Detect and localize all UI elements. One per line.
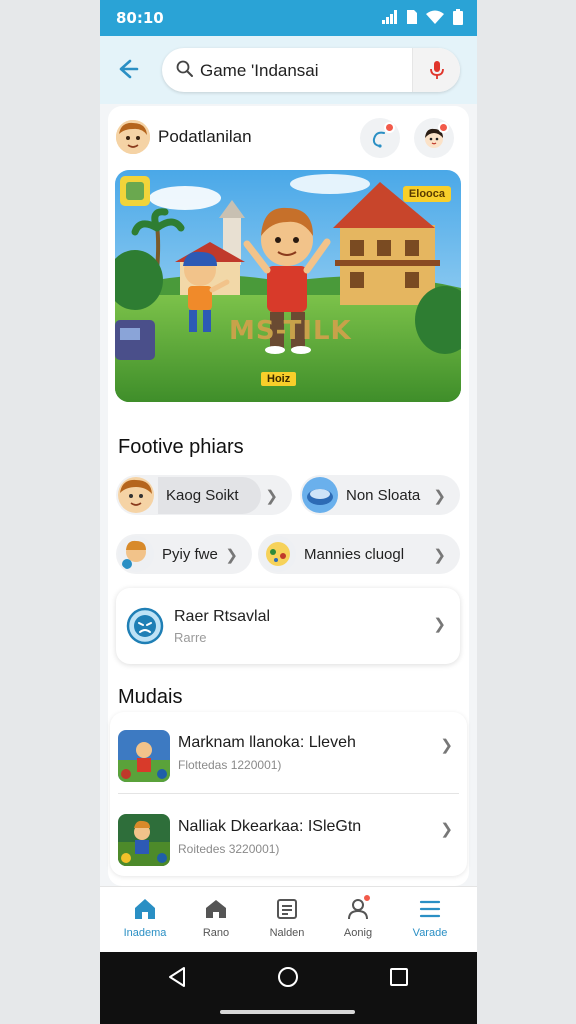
signal-icon xyxy=(382,10,397,24)
banner-play-button[interactable]: Hoiz xyxy=(261,372,297,386)
profile-badge xyxy=(362,893,372,903)
profile-header[interactable]: Podatlanilan xyxy=(116,120,252,154)
tab-varade[interactable]: Varade xyxy=(394,895,466,939)
featured-game-banner[interactable]: Elooca MS-TILK Hoiz xyxy=(115,170,461,402)
chevron-right-icon: ❯ xyxy=(433,488,446,505)
sad-face-icon xyxy=(126,607,164,645)
list-item-title: Nalliak Dkearkaa: ISleGtn xyxy=(178,818,362,835)
tab-aonig[interactable]: Aonig xyxy=(322,893,394,939)
character-avatar-icon xyxy=(118,536,154,572)
card-subtitle: Rarre xyxy=(174,630,207,645)
chevron-right-icon: ❯ xyxy=(440,737,453,754)
bottom-tab-bar: Inadema Rano Nalden Aonig Varade xyxy=(100,886,477,952)
search-query: Game 'Indansai xyxy=(200,61,319,80)
game-thumbnail xyxy=(118,814,170,866)
list-item[interactable]: Nalliak Dkearkaa: ISleGtn Roitedes 32200… xyxy=(118,808,459,878)
house-icon xyxy=(206,900,226,918)
wifi-icon xyxy=(426,10,444,24)
search-icon xyxy=(176,60,193,77)
back-arrow-icon[interactable] xyxy=(114,54,144,84)
section-title: Mudais xyxy=(118,686,183,708)
search-input[interactable]: Game 'Indansai xyxy=(162,48,460,92)
tab-label: Rano xyxy=(202,927,230,939)
chip-non-sloata[interactable]: Non Sloata ❯ xyxy=(300,475,460,515)
voice-search-button[interactable] xyxy=(412,48,460,92)
chip-label: Mannies cluogl xyxy=(304,545,405,563)
banner-illustration xyxy=(115,170,461,402)
chip-kaog-soikt[interactable]: Kaog Soikt ❯ xyxy=(116,475,292,515)
nav-back-icon[interactable] xyxy=(167,966,187,988)
phone-screen: 80:10 Game 'Indansai Podatlanilan Elooca… xyxy=(100,0,477,1024)
gesture-pill xyxy=(220,1010,355,1014)
character-avatar-icon xyxy=(118,477,154,513)
list-card-icon xyxy=(277,899,297,919)
chip-label: Pyiy fwe xyxy=(162,545,218,563)
list-item[interactable]: Marknam llanoka: Lleveh Flottedas 122000… xyxy=(118,724,459,794)
game-list: Marknam llanoka: Lleveh Flottedas 122000… xyxy=(110,712,467,876)
avatar xyxy=(116,120,150,154)
account-button[interactable] xyxy=(414,118,454,158)
nav-recents-icon[interactable] xyxy=(389,967,409,987)
rating-card[interactable]: Raer Rtsavlal Rarre ❯ xyxy=(116,588,460,664)
chevron-right-icon: ❯ xyxy=(225,547,238,564)
chevron-right-icon: ❯ xyxy=(265,488,278,505)
tab-rano[interactable]: Rano xyxy=(180,895,252,939)
list-item-subtitle: Flottedas 1220001) xyxy=(178,758,282,772)
chevron-right-icon: ❯ xyxy=(440,821,453,838)
tab-label: Varade xyxy=(412,927,448,939)
banner-title: MS-TILK xyxy=(229,316,352,346)
nav-home-icon[interactable] xyxy=(277,966,299,988)
list-item-subtitle: Roitedes 3220001) xyxy=(178,842,280,856)
chip-label: Kaog Soikt xyxy=(158,476,261,514)
battery-icon xyxy=(453,9,463,25)
notification-button[interactable] xyxy=(360,118,400,158)
tab-label: Nalden xyxy=(269,927,305,939)
chip-pyiy-fwe[interactable]: Pyiy fwe ❯ xyxy=(116,534,252,574)
search-header: Game 'Indansai xyxy=(100,36,477,104)
account-badge xyxy=(438,122,449,133)
tab-nalden[interactable]: Nalden xyxy=(251,895,323,939)
featured-section-title: Footive phiars xyxy=(118,436,244,458)
home-icon xyxy=(135,899,155,919)
menu-icon xyxy=(419,900,441,918)
main-content: Podatlanilan Elooca MS-TILK Hoiz Footive… xyxy=(108,106,469,886)
sim-icon xyxy=(407,10,417,24)
microphone-icon xyxy=(430,61,444,79)
list-item-title: Marknam llanoka: Lleveh xyxy=(178,734,356,751)
status-icons xyxy=(382,9,463,25)
list-divider xyxy=(118,793,459,794)
status-bar: 80:10 xyxy=(100,0,477,36)
card-title: Raer Rtsavlal xyxy=(174,608,271,625)
hat-icon xyxy=(302,477,338,513)
character-avatar-icon xyxy=(260,536,296,572)
banner-tag: Elooca xyxy=(402,186,451,202)
chevron-right-icon: ❯ xyxy=(433,547,446,564)
profile-name: Podatlanilan xyxy=(158,127,252,146)
chip-label: Non Sloata xyxy=(346,486,421,504)
tab-inadema[interactable]: Inadema xyxy=(109,895,181,939)
system-navigation-bar xyxy=(100,952,477,1024)
notification-badge xyxy=(384,122,395,133)
game-thumbnail xyxy=(118,730,170,782)
chip-mannies-cluogl[interactable]: Mannies cluogl ❯ xyxy=(258,534,460,574)
tab-label: Inadema xyxy=(123,927,167,939)
tab-label: Aonig xyxy=(343,927,373,939)
chevron-right-icon: ❯ xyxy=(433,616,446,633)
status-time: 80:10 xyxy=(116,9,164,27)
